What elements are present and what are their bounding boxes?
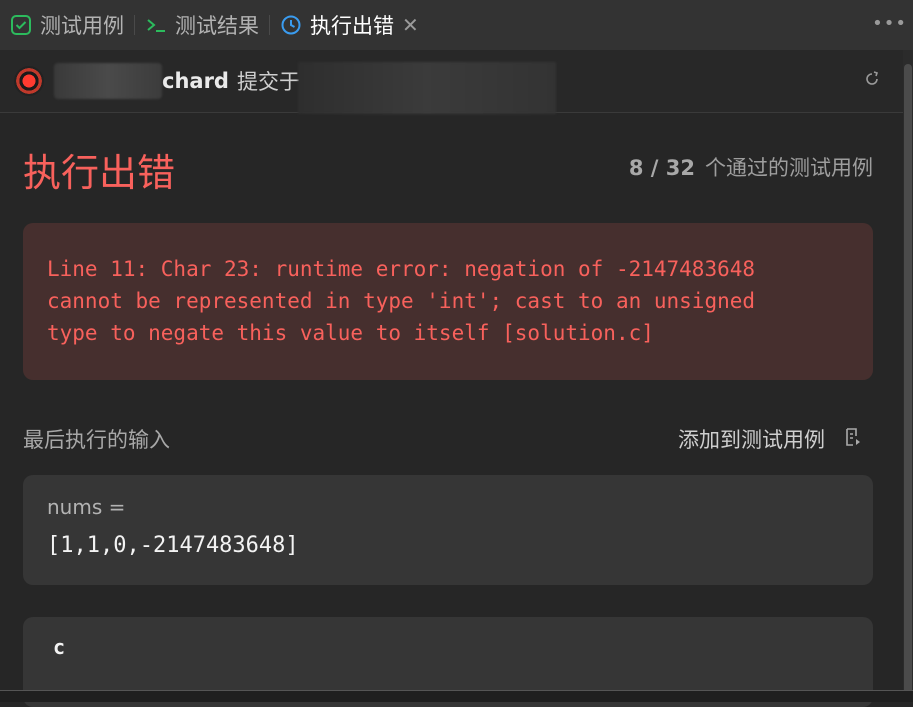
input-variable-name: nums =: [47, 495, 126, 519]
error-line: Line 11: Char 23: runtime error: negatio…: [47, 257, 756, 281]
bottom-edge: [0, 690, 913, 702]
submitted-label: 提交于: [236, 70, 300, 94]
tab-label: 执行出错: [310, 14, 394, 38]
checkbox-icon: [10, 14, 32, 36]
tab-bar: 测试用例 测试结果 执行出错 ✕ •••: [0, 0, 913, 50]
refresh-icon[interactable]: [863, 70, 881, 93]
more-options-icon[interactable]: •••: [872, 13, 907, 34]
username[interactable]: chard: [162, 69, 229, 93]
close-icon[interactable]: ✕: [402, 13, 419, 37]
tab-testresults[interactable]: 测试结果: [135, 0, 269, 50]
last-input-label: 最后执行的输入: [23, 428, 170, 452]
scrollbar-thumb[interactable]: [904, 64, 912, 694]
error-line: cannot be represented in type 'int'; cas…: [47, 289, 756, 313]
submission-header: chard 提交于: [0, 50, 903, 114]
result-title: 执行出错: [23, 151, 176, 195]
pass-count: 8 / 32 个通过的测试用例: [629, 152, 873, 182]
tab-label: 测试用例: [40, 14, 124, 38]
input-variable-value: [1,1,0,-2147483648]: [47, 533, 299, 558]
tab-testcases[interactable]: 测试用例: [0, 0, 134, 50]
error-line: type to negate this value to itself [sol…: [47, 321, 654, 345]
add-to-testcase-label: 添加到测试用例: [678, 428, 825, 452]
history-icon: [280, 14, 302, 36]
avatar[interactable]: [14, 66, 44, 96]
tab-label: 测试结果: [175, 14, 259, 38]
terminal-icon: [145, 14, 167, 36]
input-card: nums = [1,1,0,-2147483648]: [23, 475, 873, 585]
pass-count-suffix: 个通过的测试用例: [705, 156, 873, 180]
add-to-testcase-button[interactable]: 添加到测试用例: [678, 424, 863, 454]
blurred-timestamp: [298, 62, 556, 114]
add-testcase-icon: [843, 427, 863, 452]
error-message-box: Line 11: Char 23: runtime error: negatio…: [23, 223, 873, 380]
input-variable-name: c: [53, 635, 66, 659]
pass-count-value: 8 / 32: [628, 156, 695, 180]
blurred-username: [54, 63, 162, 99]
tab-execution-error[interactable]: 执行出错 ✕: [270, 0, 429, 50]
